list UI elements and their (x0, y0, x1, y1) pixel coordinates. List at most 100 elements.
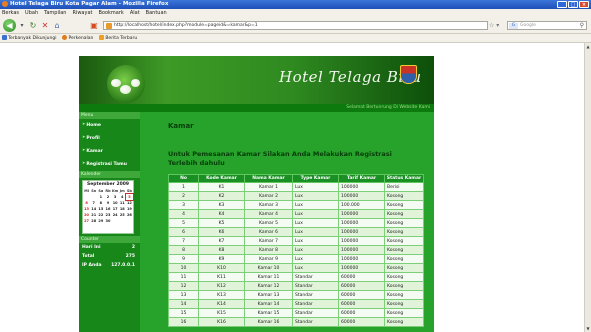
bookmark-most-visited[interactable]: Terbanyak Dikunjungi (2, 34, 56, 42)
table-row: 1 K1 Kamar 1 Lux 100000 Berisi (168, 182, 424, 192)
table-cell: Kosong (384, 200, 424, 210)
table-cell: Kosong (384, 317, 424, 327)
table-cell: K2 (198, 191, 245, 201)
bookmark-label: Berita Terbaru (105, 36, 138, 41)
table-cell: Kosong (384, 308, 424, 318)
calendar-day (126, 218, 133, 224)
menu-arrow-icon: ➤ (82, 134, 86, 139)
table-cell: Kosong (384, 299, 424, 309)
history-dropdown-icon[interactable]: ▾ (18, 20, 26, 31)
scroll-down-icon[interactable]: ▼ (585, 325, 591, 332)
table-cell: 4 (168, 209, 199, 219)
calendar-day[interactable]: 27 (83, 218, 90, 224)
url-bar[interactable]: http://localhost/hotel/index.php?module=… (103, 21, 488, 30)
calendar-month: September 2009 (87, 182, 129, 187)
table-cell: 10 (168, 263, 199, 273)
search-engine-icon[interactable]: G (509, 23, 518, 29)
table-cell: 100000 (338, 263, 385, 273)
table-cell: Kosong (384, 263, 424, 273)
table-cell: Lux (292, 236, 339, 246)
column-header: Type Kamar (292, 174, 339, 183)
stop-icon[interactable]: ✕ (40, 20, 50, 31)
table-cell: 100000 (338, 191, 385, 201)
sidebar-item-kamar[interactable]: ➤Kamar (79, 145, 140, 158)
table-cell: 100000 (338, 227, 385, 237)
page-viewport[interactable]: Hotel Telaga Biru Selamat Bertunrung Di … (0, 43, 584, 332)
menu-riwayat[interactable]: Riwayat (72, 9, 92, 17)
menu-bookmark[interactable]: Bookmark (98, 9, 123, 17)
scroll-up-icon[interactable]: ▲ (585, 43, 591, 50)
counter-ip: IP Anda 127.0.0.1 (79, 261, 140, 270)
search-icon[interactable]: ⚲ (580, 22, 584, 30)
table-cell: Standar (292, 272, 339, 282)
room-table-body: 1 K1 Kamar 1 Lux 100000 Berisi 2 K2 Kamar 2 Lux 10… (168, 182, 424, 327)
table-cell: 3 (168, 200, 199, 210)
calendar-day[interactable]: 29 (97, 218, 104, 224)
table-cell: 60000 (338, 272, 385, 282)
table-cell: K8 (198, 245, 245, 255)
menu-tampilan[interactable]: Tampilan (44, 9, 66, 17)
table-cell: Kamar 1 (244, 182, 293, 192)
table-cell: 11 (168, 272, 199, 282)
table-cell: 60000 (338, 308, 385, 318)
sidebar-item-profil[interactable]: ➤Profil (79, 132, 140, 145)
table-cell: 60000 (338, 317, 385, 327)
table-cell: Kamar 10 (244, 263, 293, 273)
back-button[interactable]: ◀ (3, 19, 16, 32)
table-cell: Kosong (384, 191, 424, 201)
calendar-day[interactable]: 28 (90, 218, 97, 224)
table-cell: K14 (198, 299, 245, 309)
table-cell: 1 (168, 182, 199, 192)
bookmark-label: Terbanyak Dikunjungi (8, 36, 57, 41)
table-cell: K5 (198, 218, 245, 228)
table-cell: 100000 (338, 182, 385, 192)
sidebar-item-registrasi-tamu[interactable]: ➤Registrasi Tamu (79, 158, 140, 171)
table-cell: Lux (292, 263, 339, 273)
url-text: http://localhost/hotel/index.php?module=… (114, 23, 258, 28)
bookmark-perkenalan[interactable]: Perkenalan (62, 34, 93, 42)
menu-arrow-icon: ➤ (82, 160, 86, 165)
table-cell: 8 (168, 245, 199, 255)
table-cell: K1 (198, 182, 245, 192)
search-bar[interactable]: G Google ⚲ (507, 21, 587, 30)
table-cell: K10 (198, 263, 245, 273)
table-cell: 14 (168, 299, 199, 309)
table-cell: Kosong (384, 290, 424, 300)
menu-berkas[interactable]: Berkas (2, 9, 19, 17)
table-row: 8 K8 Kamar 8 Lux 100000 Kosong (168, 245, 424, 255)
calendar-day (119, 218, 126, 224)
table-cell: K3 (198, 200, 245, 210)
menu-bantuan[interactable]: Bantuan (146, 9, 167, 17)
table-cell: Lux (292, 182, 339, 192)
column-header: Nama Kamar (244, 174, 293, 183)
maximize-button[interactable]: □ (568, 1, 578, 8)
bookmark-berita-terbaru[interactable]: Berita Terbaru (99, 34, 137, 42)
calendar-day[interactable]: 30 (104, 218, 111, 224)
table-cell: K12 (198, 281, 245, 291)
navigation-toolbar: ◀ ▾ ↻ ✕ ⌂ ▣ http://localhost/hotel/index… (0, 17, 591, 34)
sidebar-item-home[interactable]: ➤Home (79, 119, 140, 132)
close-button[interactable]: × (579, 1, 589, 8)
menu-arrow-icon: ➤ (82, 147, 86, 152)
reload-icon[interactable]: ↻ (28, 20, 38, 31)
bookmark-star-icon[interactable]: ☆ ▾ (489, 21, 503, 30)
counter-header: Counter (79, 236, 140, 243)
sidebar-item-label: Home (86, 123, 101, 128)
home-icon[interactable]: ⌂ (52, 20, 62, 31)
minimize-button[interactable]: _ (557, 1, 567, 8)
counter-label: Total (82, 254, 95, 259)
table-cell: Standar (292, 317, 339, 327)
vertical-scrollbar[interactable]: ▲ ▼ (584, 43, 591, 332)
site-header: Hotel Telaga Biru (79, 56, 434, 104)
table-cell: Lux (292, 218, 339, 228)
menu-ubah[interactable]: Ubah (25, 9, 38, 17)
menu-alat[interactable]: Alat (130, 9, 140, 17)
room-table: No Kode Kamar Nama Kamar Type Kamar Tari… (168, 174, 424, 327)
sidebar-item-label: Registrasi Tamu (86, 162, 127, 167)
table-cell: Berisi (384, 182, 424, 192)
table-cell: Standar (292, 281, 339, 291)
table-cell: Lux (292, 245, 339, 255)
bookmark-label: Perkenalan (68, 36, 94, 41)
firefox-icon (62, 35, 68, 40)
table-cell: 9 (168, 254, 199, 264)
